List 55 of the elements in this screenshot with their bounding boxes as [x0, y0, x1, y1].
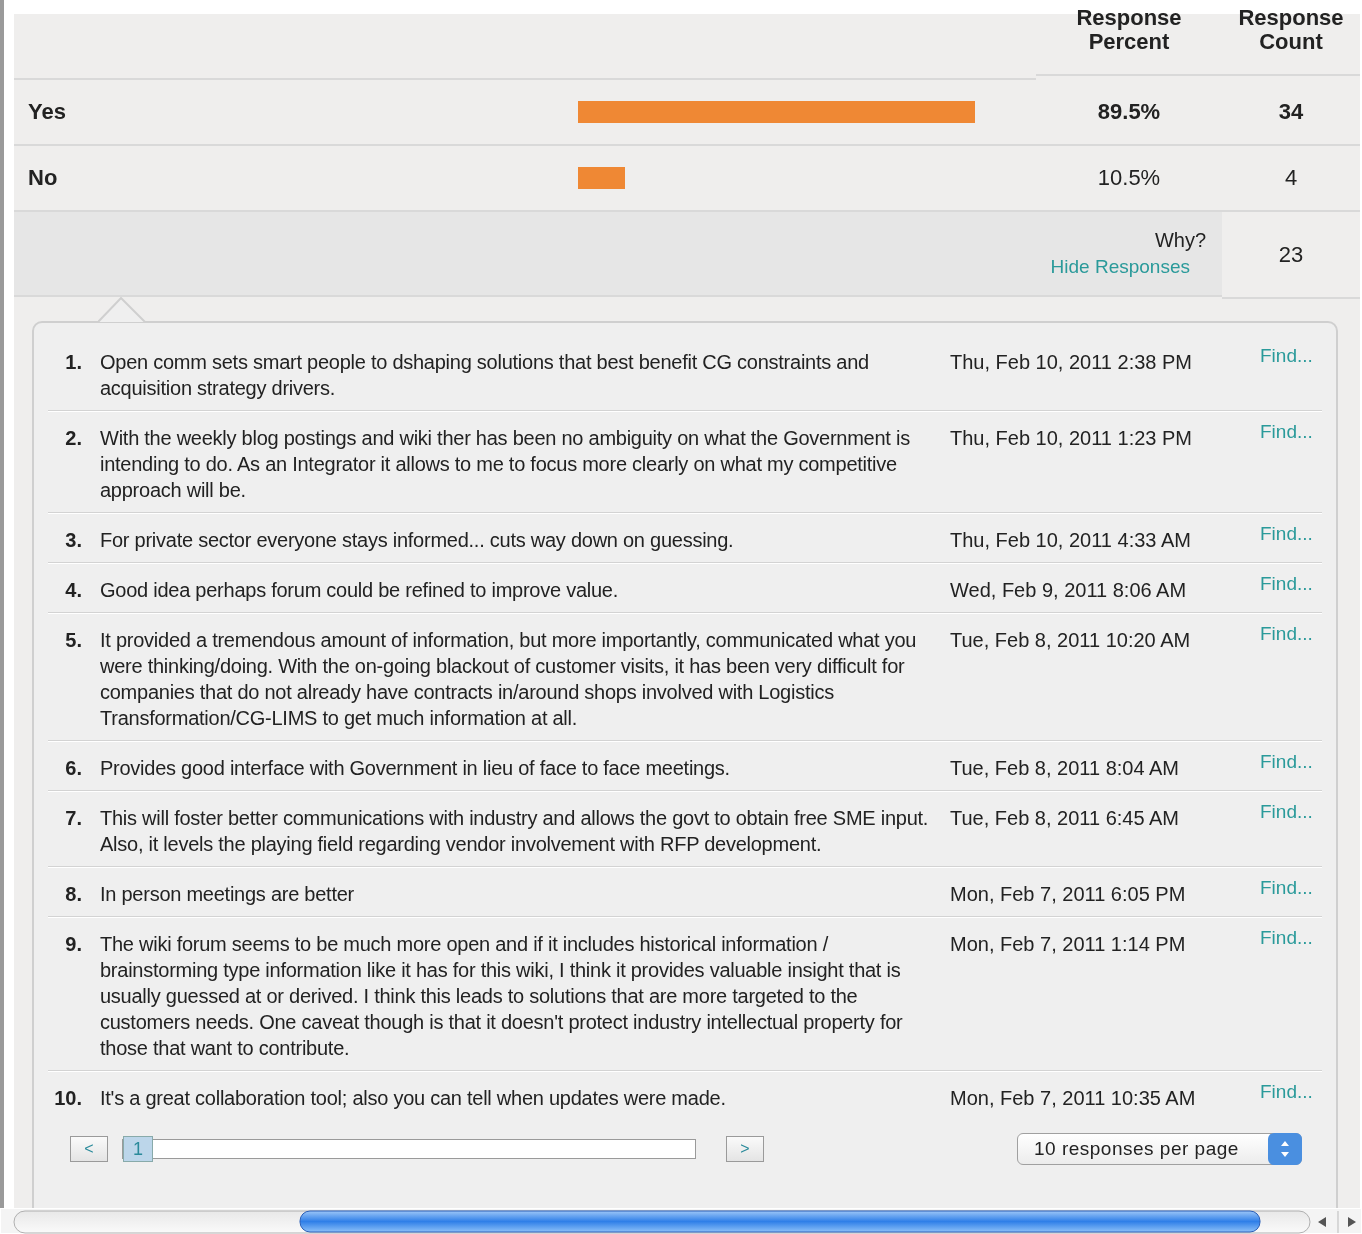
percent-value: 89.5%: [1097, 99, 1161, 125]
percent-value: 10.5%: [1097, 165, 1161, 191]
hide-responses-link[interactable]: Hide Responses: [1050, 256, 1190, 278]
response-text: It's a great collaboration tool; also you can tell when updates were made.: [100, 1086, 727, 1111]
response-text: The wiki forum seems to be much more open and if it includes historical information / brainstorming type information like it has for this wiki, I think it provides valuable insight that is usually guessed at or derived. I think this leads to solutions that are more targeted to the customers needs. One caveat though is that it doesn't protect industry intellectual property for those that want to contribute.: [100, 932, 904, 1061]
response-number: 7.: [65, 806, 82, 831]
response-text: Good idea perhaps forum could be refined to improve value.: [100, 578, 620, 603]
per-page-select[interactable]: 10 responses per page: [1017, 1133, 1302, 1165]
response-date: Thu, Feb 10, 2011 4:33 AM: [950, 528, 1192, 553]
response-date: Tue, Feb 8, 2011 8:04 AM: [950, 756, 1181, 781]
response-date: Wed, Feb 9, 2011 8:06 AM: [950, 578, 1188, 603]
answer-label: Yes: [27, 99, 66, 125]
count-value: 34: [1278, 99, 1304, 125]
response-date: Thu, Feb 10, 2011 2:38 PM: [950, 350, 1193, 375]
stepper-icon: [1268, 1133, 1302, 1165]
next-page-button[interactable]: >: [726, 1136, 764, 1162]
count-value: 23: [1278, 241, 1304, 268]
response-text: This will foster better communications with industry and allows the govt to obtain free SME input. Also, it levels the playing field regarding vendor involvement with RFP development.: [100, 806, 930, 857]
find-link[interactable]: Find...: [1260, 343, 1313, 369]
response-number: 5.: [65, 628, 82, 653]
question-label: Why?: [1154, 229, 1206, 252]
response-number: 8.: [65, 882, 82, 907]
response-date: Mon, Feb 7, 2011 6:05 PM: [950, 882, 1187, 907]
find-link[interactable]: Find...: [1260, 799, 1313, 825]
response-number: 4.: [65, 578, 82, 603]
response-date: Mon, Feb 7, 2011 10:35 AM: [950, 1086, 1197, 1111]
response-number: 3.: [65, 528, 82, 553]
find-link[interactable]: Find...: [1260, 571, 1313, 597]
response-text: For private sector everyone stays informed... cuts way down on guessing.: [100, 528, 735, 553]
find-link[interactable]: Find...: [1260, 521, 1313, 547]
horizontal-scrollbar[interactable]: [0, 1208, 1362, 1234]
response-text: Provides good interface with Government in lieu of face to face meetings.: [100, 756, 731, 781]
find-link[interactable]: Find...: [1260, 749, 1313, 775]
response-date: Thu, Feb 10, 2011 1:23 PM: [950, 426, 1193, 451]
find-link[interactable]: Find...: [1260, 925, 1313, 951]
find-link[interactable]: Find...: [1260, 875, 1313, 901]
response-date: Tue, Feb 8, 2011 6:45 AM: [950, 806, 1181, 831]
response-number: 1.: [65, 350, 82, 375]
response-text: It provided a tremendous amount of information, but more importantly, communicated what you were thinking/doing. With the on-going blackout of customer visits, it has been very difficult for companies that do not already have contracts in/around shops involved with Logistics Transformation/CG-LIMS to get much information at all.: [100, 628, 918, 731]
response-date: Tue, Feb 8, 2011 10:20 AM: [950, 628, 1192, 653]
count-value: 4: [1284, 165, 1298, 191]
response-text: Open comm sets smart people to dshaping solutions that best benefit CG constraints and acquisition strategy drivers.: [100, 350, 870, 401]
previous-page-button[interactable]: <: [70, 1136, 108, 1162]
response-number: 10.: [54, 1086, 82, 1111]
response-number: 9.: [65, 932, 82, 957]
response-text: With the weekly blog postings and wiki ther has been no ambiguity on what the Government is intending to do. As an Integrator it allows to me to focus more clearly on what my competitive approach will be.: [100, 426, 911, 503]
find-link[interactable]: Find...: [1260, 1079, 1313, 1105]
find-link[interactable]: Find...: [1260, 621, 1313, 647]
page-button[interactable]: 1: [123, 1136, 153, 1162]
response-date: Mon, Feb 7, 2011 1:14 PM: [950, 932, 1187, 957]
answer-label: No: [27, 165, 58, 191]
find-link[interactable]: Find...: [1260, 419, 1313, 445]
response-text: In person meetings are better: [100, 882, 355, 907]
response-number: 2.: [65, 426, 82, 451]
response-number: 6.: [65, 756, 82, 781]
